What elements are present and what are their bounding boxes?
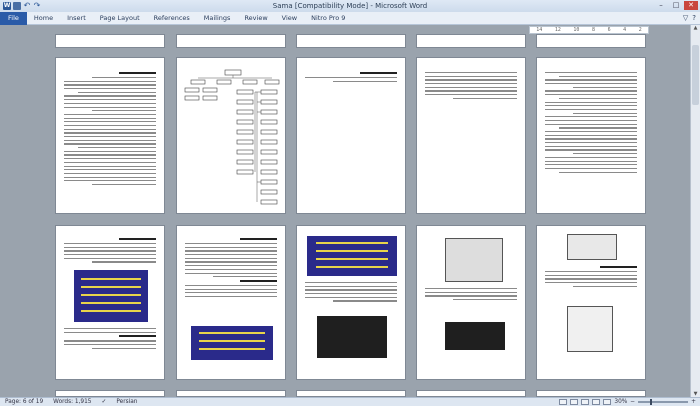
help-icon[interactable]: ? — [692, 14, 696, 22]
ruler-tick: 4 — [623, 27, 627, 33]
document-page[interactable] — [416, 225, 526, 380]
document-page[interactable] — [536, 390, 646, 397]
outline-view-button[interactable] — [592, 399, 601, 405]
document-page[interactable] — [536, 57, 646, 214]
zoom-slider[interactable] — [638, 399, 689, 405]
document-page[interactable] — [176, 225, 286, 380]
tab-references[interactable]: References — [147, 14, 197, 22]
document-page[interactable] — [176, 34, 286, 48]
document-page[interactable] — [416, 390, 526, 397]
embedded-image — [445, 322, 505, 350]
tab-view[interactable]: View — [275, 14, 304, 22]
document-page[interactable] — [55, 225, 165, 380]
tab-mailings[interactable]: Mailings — [197, 14, 238, 22]
ruler-tick: 6 — [607, 27, 611, 33]
vertical-scrollbar[interactable]: ▲ ▼ — [690, 25, 700, 397]
full-screen-reading-button[interactable] — [570, 399, 579, 405]
embedded-image — [191, 326, 273, 360]
embedded-image — [445, 238, 503, 282]
zoom-in-icon[interactable]: + — [691, 399, 696, 405]
ribbon-minimize-icon[interactable]: ▽ — [683, 14, 688, 22]
title-bar: W ↶ ↷ Sama [Compatibility Mode] - Micros… — [0, 0, 700, 12]
print-layout-view-button[interactable] — [559, 399, 568, 405]
scrollbar-thumb[interactable] — [692, 45, 699, 105]
zoom-out-icon[interactable]: − — [630, 399, 635, 405]
document-page[interactable] — [296, 34, 406, 48]
scroll-up-icon[interactable]: ▲ — [691, 25, 700, 31]
tab-review[interactable]: Review — [237, 14, 274, 22]
window-controls: – □ ✕ — [654, 1, 698, 10]
language-indicator[interactable]: Persian — [111, 399, 142, 405]
status-bar: Page: 6 of 19 Words: 1,915 ✓ Persian 30%… — [0, 397, 700, 406]
web-layout-button[interactable] — [581, 399, 590, 405]
document-page[interactable] — [176, 57, 286, 214]
ruler-tick: 8 — [592, 27, 596, 33]
document-page[interactable] — [55, 34, 165, 48]
maximize-button[interactable]: □ — [669, 1, 683, 10]
ribbon-tabs: File Home Insert Page Layout References … — [0, 11, 700, 25]
document-page[interactable] — [296, 57, 406, 214]
embedded-image — [567, 234, 617, 260]
proofing-icon[interactable]: ✓ — [96, 399, 111, 405]
embedded-image — [567, 306, 613, 352]
document-page[interactable] — [536, 34, 646, 48]
document-page[interactable] — [296, 390, 406, 397]
horizontal-ruler[interactable]: 14 12 10 8 6 4 2 — [529, 26, 649, 34]
embedded-image — [307, 236, 397, 276]
tab-file[interactable]: File — [0, 11, 27, 25]
org-chart-diagram — [184, 69, 280, 205]
document-page[interactable] — [296, 225, 406, 380]
tab-home[interactable]: Home — [27, 14, 60, 22]
document-page[interactable] — [416, 34, 526, 48]
page-count[interactable]: Page: 6 of 19 — [0, 399, 48, 405]
tab-insert[interactable]: Insert — [60, 14, 93, 22]
embedded-image — [317, 316, 387, 358]
document-page[interactable] — [55, 390, 165, 397]
document-page[interactable] — [536, 225, 646, 380]
draft-view-button[interactable] — [603, 399, 612, 405]
document-page[interactable] — [416, 57, 526, 214]
document-page[interactable] — [55, 57, 165, 214]
embedded-image — [74, 270, 148, 322]
window-title: Sama [Compatibility Mode] - Microsoft Wo… — [272, 2, 428, 10]
close-button[interactable]: ✕ — [684, 1, 698, 10]
ruler-tick: 2 — [638, 27, 642, 33]
tab-page-layout[interactable]: Page Layout — [93, 14, 147, 22]
ruler-tick: 14 — [536, 27, 543, 33]
minimize-button[interactable]: – — [654, 1, 668, 10]
ruler-tick: 12 — [554, 27, 561, 33]
tab-nitro-pro[interactable]: Nitro Pro 9 — [304, 14, 352, 22]
word-count[interactable]: Words: 1,915 — [48, 399, 96, 405]
ruler-tick: 10 — [573, 27, 580, 33]
zoom-level[interactable]: 30% — [614, 399, 627, 405]
document-page[interactable] — [176, 390, 286, 397]
